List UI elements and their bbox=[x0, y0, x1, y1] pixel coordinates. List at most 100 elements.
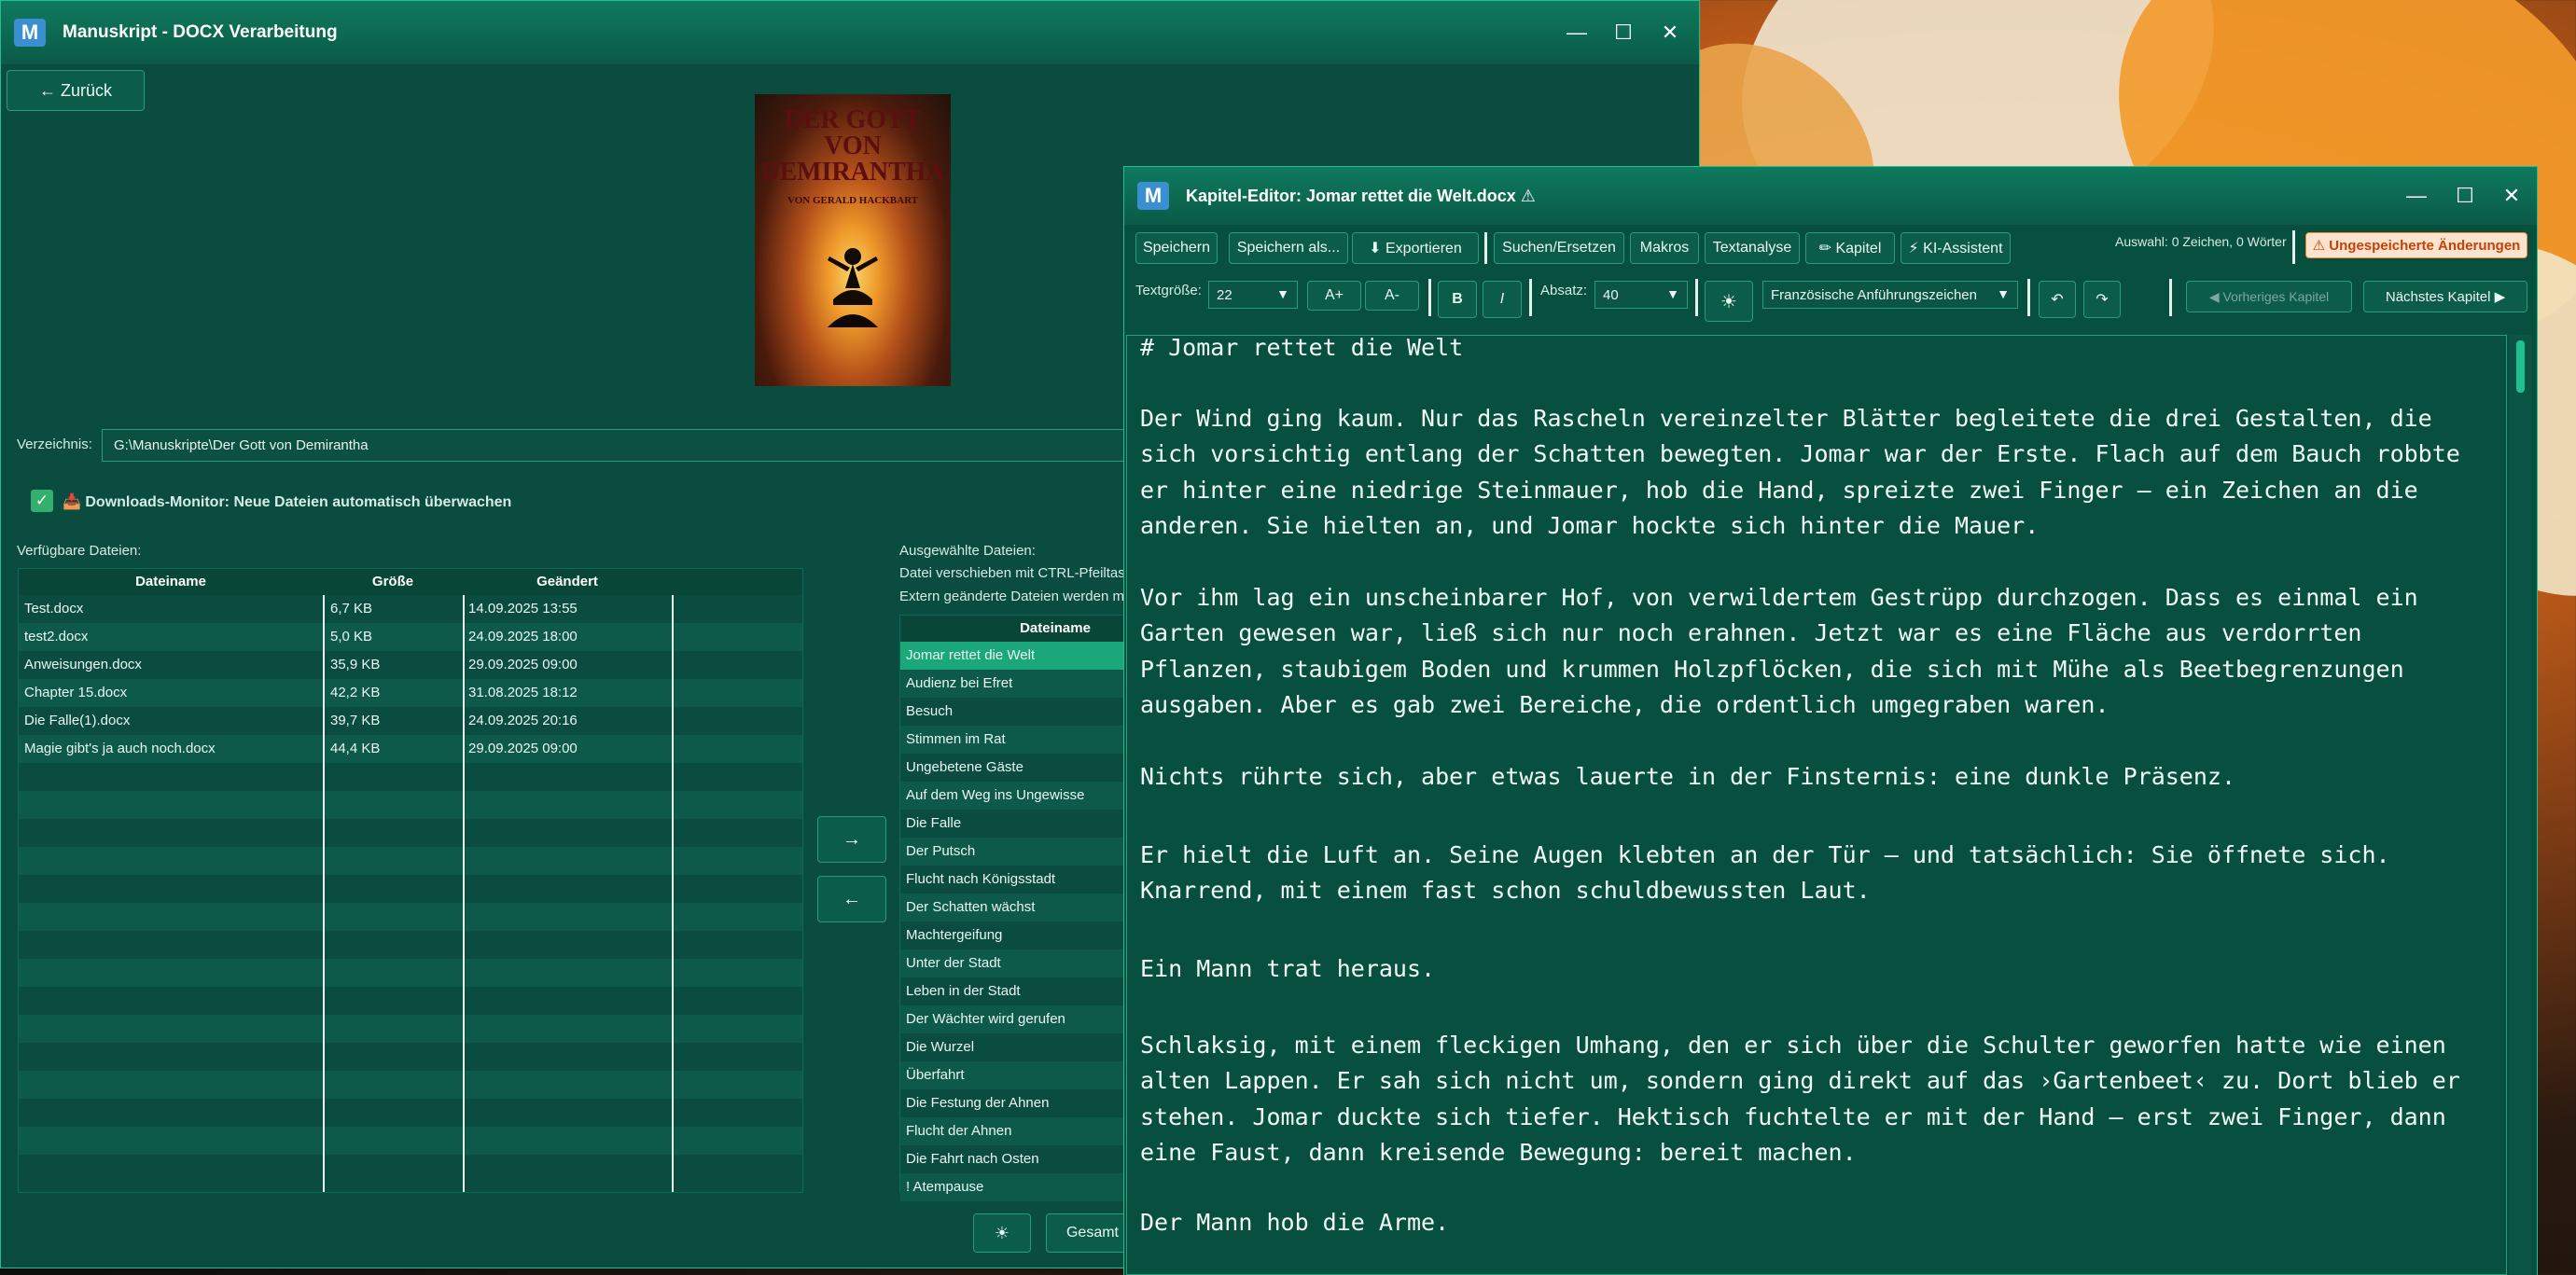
save-button[interactable]: Speichern bbox=[1135, 232, 1218, 264]
list-item[interactable]: Die Wurzel bbox=[900, 1033, 1124, 1061]
monitor-checkbox[interactable]: ✓ bbox=[31, 490, 53, 512]
decrease-font-button[interactable]: A- bbox=[1365, 281, 1419, 311]
table-header: Dateiname Größe Geändert bbox=[19, 569, 802, 595]
available-files-label: Verfügbare Dateien: bbox=[17, 543, 142, 559]
previous-chapter-button[interactable]: ◀ Vorheriges Kapitel bbox=[2186, 281, 2352, 312]
monitor-label: 📥 Downloads-Monitor: Neue Dateien automa… bbox=[63, 494, 512, 510]
list-item[interactable]: Besuch bbox=[900, 698, 1124, 726]
minimize-icon[interactable]: — bbox=[2393, 167, 2440, 225]
paragraph-select[interactable]: 40 ▼ bbox=[1594, 281, 1688, 309]
column-divider bbox=[463, 595, 465, 1192]
selected-file-name: Stimmen im Rat bbox=[906, 731, 1006, 747]
chapter-button[interactable]: ✏ Kapitel bbox=[1805, 232, 1895, 264]
selection-info: Auswahl: 0 Zeichen, 0 Wörter bbox=[2115, 234, 2287, 249]
editor-titlebar[interactable]: M Kapitel-Editor: Jomar rettet die Welt.… bbox=[1124, 167, 2537, 225]
close-icon[interactable]: ✕ bbox=[2488, 167, 2535, 225]
list-item[interactable]: Leben in der Stadt bbox=[900, 977, 1124, 1005]
move-left-button[interactable]: ← bbox=[817, 876, 886, 922]
list-item[interactable]: Jomar rettet die Welt bbox=[900, 642, 1124, 670]
maximize-icon[interactable]: ☐ bbox=[1600, 1, 1647, 64]
find-replace-button[interactable]: Suchen/Ersetzen bbox=[1494, 232, 1624, 264]
bold-button[interactable]: B bbox=[1438, 281, 1477, 318]
selected-file-name: Der Wächter wird gerufen bbox=[906, 1011, 1065, 1027]
table-row[interactable]: Anweisungen.docx 35,9 KB 29.09.2025 09:00 bbox=[19, 651, 802, 679]
list-item[interactable]: Die Falle bbox=[900, 810, 1124, 838]
selected-file-name: Der Putsch bbox=[906, 843, 976, 859]
table-row[interactable]: Test.docx 6,7 KB 14.09.2025 13:55 bbox=[19, 595, 802, 623]
list-item[interactable]: Audienz bei Efret bbox=[900, 670, 1124, 698]
quote-style-select[interactable]: Französische Anführungszeichen ▼ bbox=[1762, 281, 2018, 309]
column-name[interactable]: Dateiname bbox=[19, 569, 323, 595]
list-item[interactable]: Stimmen im Rat bbox=[900, 726, 1124, 754]
empty-row bbox=[19, 1043, 802, 1071]
selected-files-table[interactable]: Dateiname Jomar rettet die Welt Audienz b… bbox=[899, 615, 1125, 1201]
list-item[interactable]: Flucht nach Königsstadt bbox=[900, 866, 1124, 894]
list-item[interactable]: Machtergeifung bbox=[900, 922, 1124, 949]
close-icon[interactable]: ✕ bbox=[1647, 1, 1693, 64]
italic-button[interactable]: I bbox=[1483, 281, 1522, 318]
text-paragraph: Schlaksig, mit einem fleckigen Umhang, d… bbox=[1140, 1032, 2460, 1167]
list-item[interactable]: Unter der Stadt bbox=[900, 949, 1124, 977]
file-size: 6,7 KB bbox=[330, 601, 373, 617]
theme-toggle-button[interactable]: ☀ bbox=[1705, 281, 1753, 322]
chapter-text-editor[interactable]: # Jomar rettet die Welt Der Wind ging ka… bbox=[1126, 335, 2507, 1275]
file-name: test2.docx bbox=[24, 629, 89, 644]
list-item[interactable]: Flucht der Ahnen bbox=[900, 1117, 1124, 1145]
list-item[interactable]: Überfahrt bbox=[900, 1061, 1124, 1089]
editor-scrollbar[interactable] bbox=[2509, 335, 2531, 1275]
editor-window-title: Kapitel-Editor: Jomar rettet die Welt.do… bbox=[1186, 186, 1536, 205]
toolbar-separator bbox=[2169, 279, 2172, 316]
empty-row bbox=[19, 1099, 802, 1127]
file-modified: 14.09.2025 13:55 bbox=[468, 601, 578, 617]
selected-file-name: Unter der Stadt bbox=[906, 955, 1001, 971]
toolbar-separator bbox=[1428, 279, 1431, 316]
list-item[interactable]: Ungebetene Gäste bbox=[900, 754, 1124, 782]
chevron-down-icon: ▼ bbox=[1997, 286, 2010, 301]
text-analysis-button[interactable]: Textanalyse bbox=[1705, 232, 1800, 264]
list-item[interactable]: Der Wächter wird gerufen bbox=[900, 1005, 1124, 1033]
empty-row bbox=[19, 875, 802, 903]
list-item[interactable]: ! Atempause bbox=[900, 1173, 1124, 1201]
list-item[interactable]: Der Putsch bbox=[900, 838, 1124, 866]
list-item[interactable]: Die Fahrt nach Osten bbox=[900, 1145, 1124, 1173]
column-size[interactable]: Größe bbox=[325, 569, 461, 595]
main-window-title: Manuskript - DOCX Verarbeitung bbox=[63, 22, 338, 42]
minimize-icon[interactable]: — bbox=[1553, 1, 1600, 64]
save-as-button[interactable]: Speichern als... bbox=[1229, 232, 1348, 264]
maximize-icon[interactable]: ☐ bbox=[2442, 167, 2488, 225]
empty-row bbox=[19, 903, 802, 931]
table-row[interactable]: Magie gibt's ja auch noch.docx 44,4 KB 29.… bbox=[19, 735, 802, 763]
table-row[interactable]: Chapter 15.docx 42,2 KB 31.08.2025 18:12 bbox=[19, 679, 802, 707]
macros-button[interactable]: Makros bbox=[1630, 232, 1699, 264]
empty-row bbox=[19, 987, 802, 1015]
undo-icon[interactable]: ↶ bbox=[2039, 281, 2076, 318]
increase-font-button[interactable]: A+ bbox=[1307, 281, 1361, 311]
table-row[interactable]: test2.docx 5,0 KB 24.09.2025 18:00 bbox=[19, 623, 802, 651]
next-chapter-button[interactable]: Nächstes Kapitel ▶ bbox=[2363, 281, 2527, 312]
list-item[interactable]: Der Schatten wächst bbox=[900, 894, 1124, 922]
export-button[interactable]: ⬇ Exportieren bbox=[1352, 232, 1479, 264]
list-item[interactable]: Auf dem Weg ins Ungewisse bbox=[900, 782, 1124, 810]
move-right-button[interactable]: → bbox=[817, 816, 886, 863]
toolbar-separator bbox=[1484, 232, 1487, 264]
column-modified[interactable]: Geändert bbox=[463, 569, 672, 595]
selected-file-name: Die Falle bbox=[906, 815, 962, 831]
file-name: Anweisungen.docx bbox=[24, 657, 142, 672]
font-size-select[interactable]: 22 ▼ bbox=[1208, 281, 1298, 309]
back-button[interactable]: ← Zurück bbox=[7, 70, 145, 111]
redo-icon[interactable]: ↷ bbox=[2083, 281, 2121, 318]
selected-files-label: Ausgewählte Dateien: bbox=[899, 543, 1036, 559]
theme-toggle-button[interactable]: ☀ bbox=[973, 1213, 1031, 1253]
app-icon: M bbox=[1137, 182, 1169, 210]
ai-assistant-button[interactable]: ⚡ KI-Assistent bbox=[1901, 232, 2011, 264]
toolbar-separator bbox=[2027, 279, 2030, 316]
main-titlebar[interactable]: M Manuskript - DOCX Verarbeitung — ☐ ✕ bbox=[1, 1, 1699, 64]
list-item[interactable]: Die Festung der Ahnen bbox=[900, 1089, 1124, 1117]
file-modified: 31.08.2025 18:12 bbox=[468, 685, 578, 700]
available-files-table[interactable]: Dateiname Größe Geändert Test.docx 6,7 KB… bbox=[18, 568, 803, 1193]
chevron-down-icon: ▼ bbox=[1666, 286, 1679, 301]
scrollbar-thumb[interactable] bbox=[2516, 340, 2525, 393]
selected-file-name: Der Schatten wächst bbox=[906, 899, 1036, 915]
table-row[interactable]: Die Falle(1).docx 39,7 KB 24.09.2025 20:16 bbox=[19, 707, 802, 735]
text-paragraph: Der Mann hob die Arme. bbox=[1140, 1209, 1450, 1236]
